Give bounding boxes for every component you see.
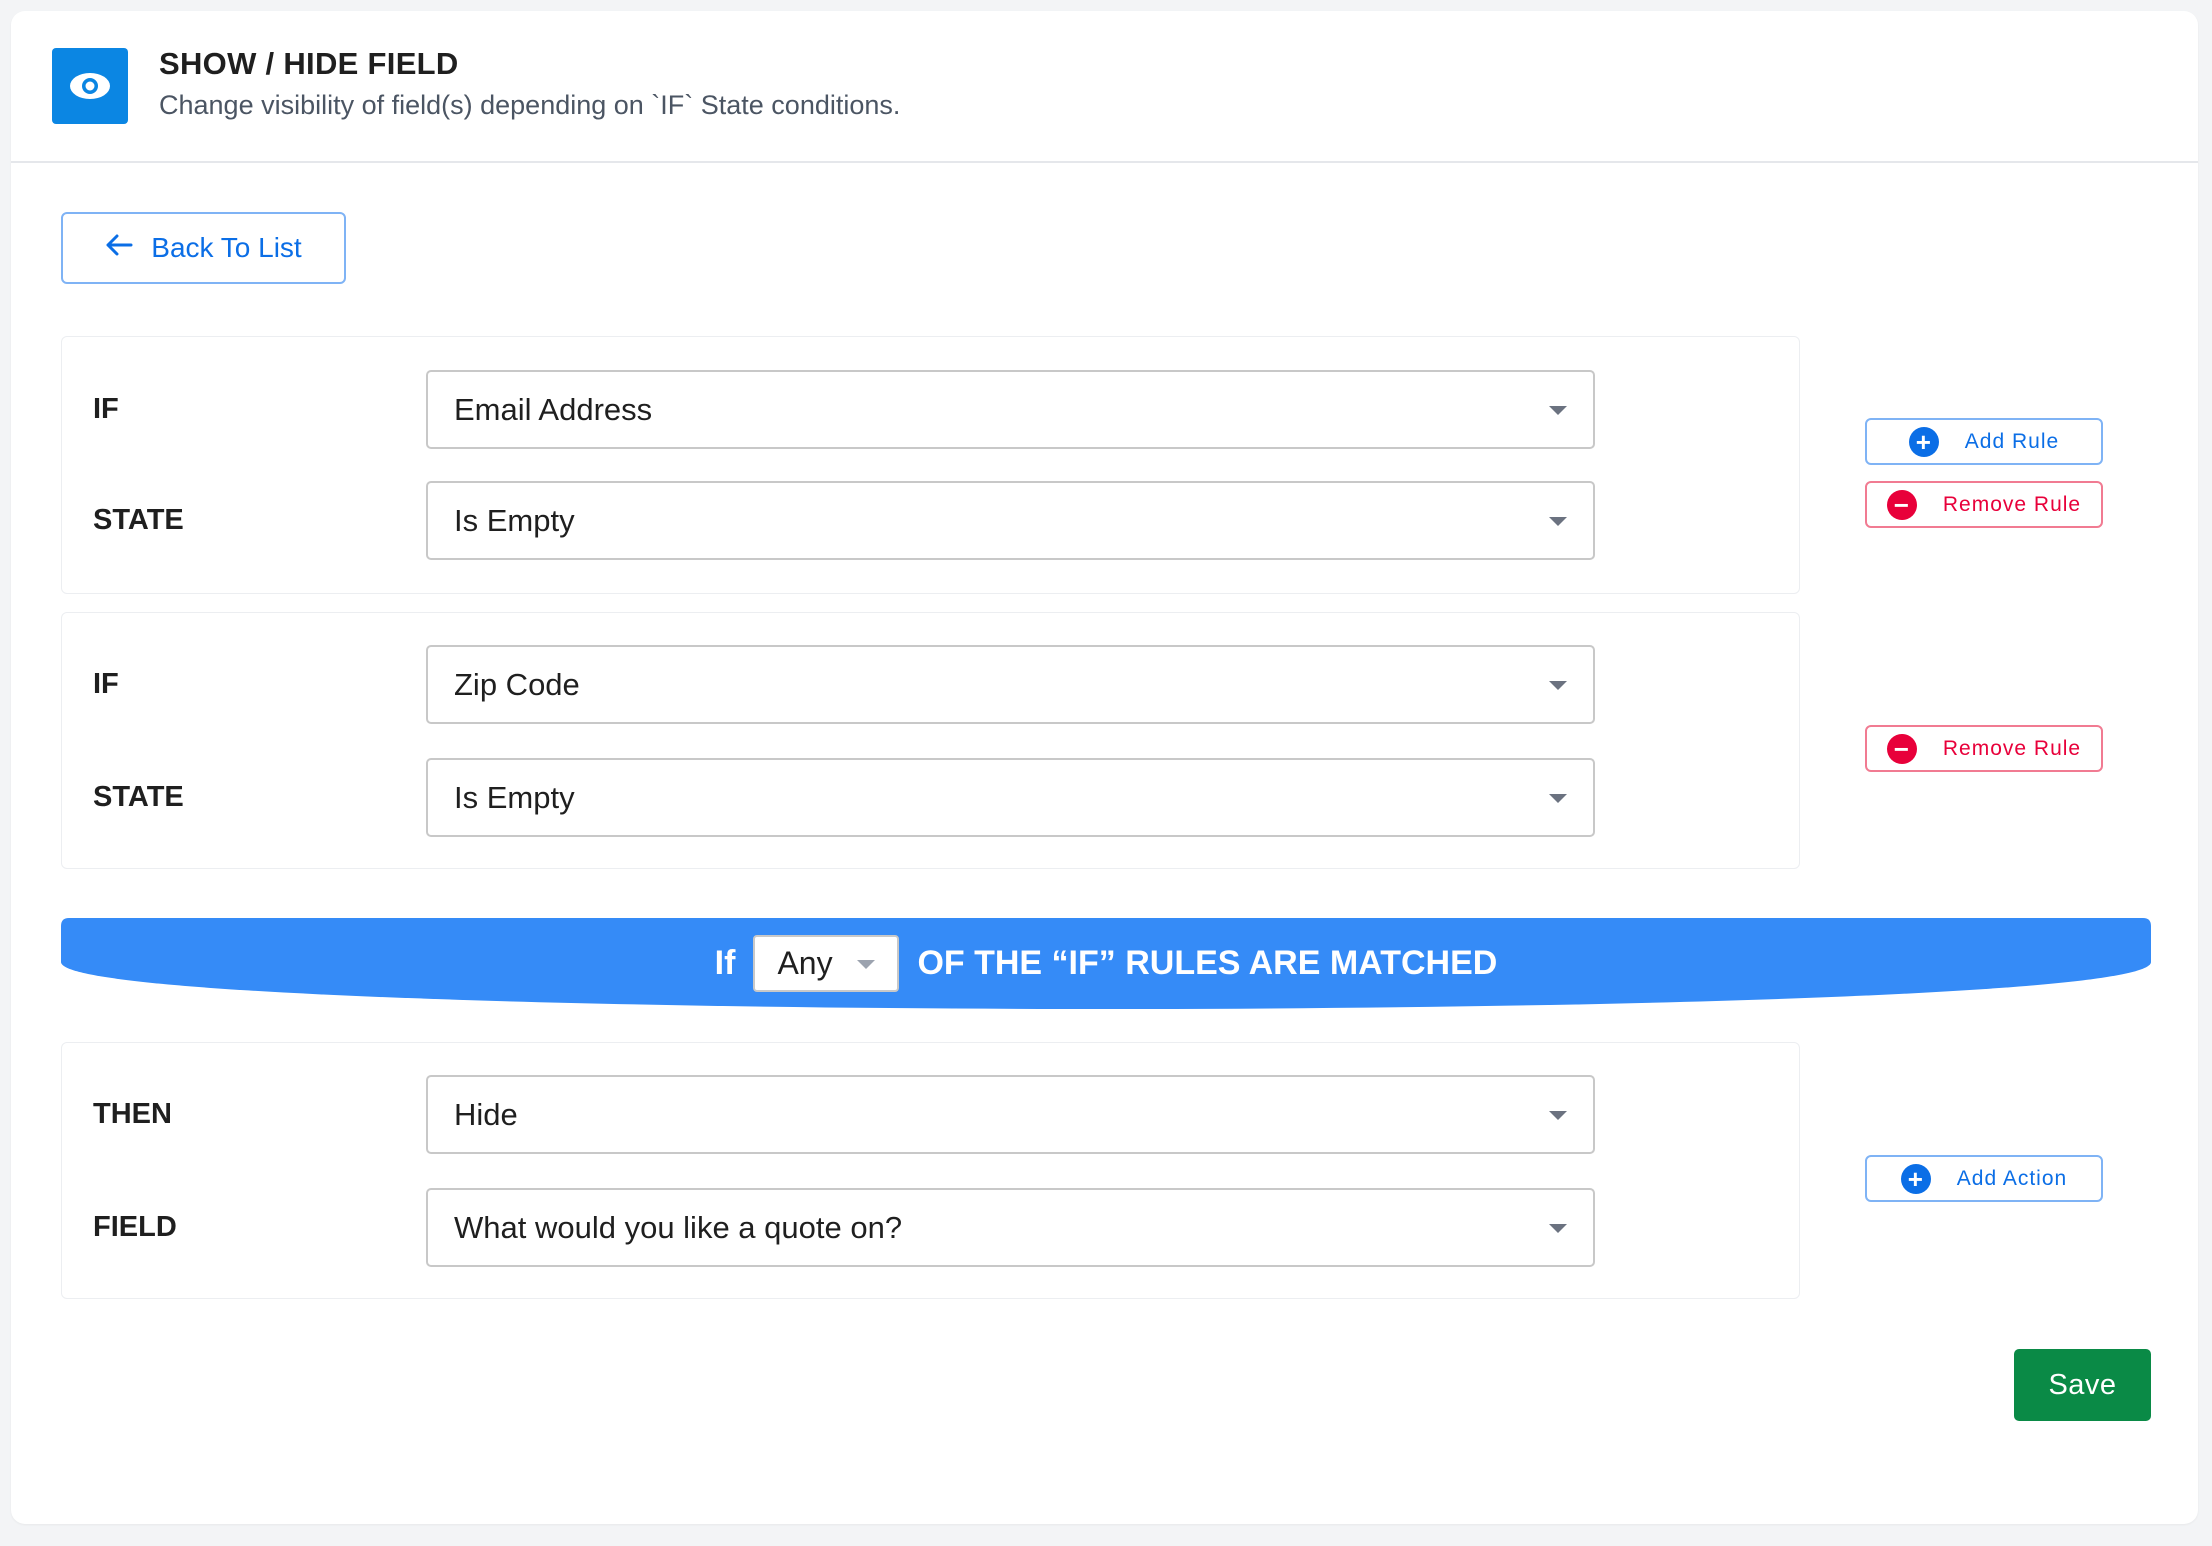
back-to-list-label: Back To List bbox=[151, 232, 302, 263]
add-action-label: Add Action bbox=[1956, 1166, 2068, 1190]
caret-down-icon bbox=[1549, 1110, 1567, 1120]
if-label: IF bbox=[93, 668, 119, 700]
if-field-select[interactable]: Zip Code bbox=[426, 645, 1595, 724]
state-label: STATE bbox=[93, 504, 184, 536]
if-field-select[interactable]: Email Address bbox=[426, 370, 1595, 449]
plus-circle-icon: + bbox=[1900, 1163, 1931, 1194]
add-action-button[interactable]: + Add Action bbox=[1865, 1155, 2103, 1202]
field-label: FIELD bbox=[93, 1211, 177, 1243]
minus-circle-icon: − bbox=[1886, 733, 1917, 764]
select-value: Is Empty bbox=[454, 502, 575, 538]
select-value: Is Empty bbox=[454, 779, 575, 815]
add-rule-button[interactable]: + Add Rule bbox=[1865, 418, 2103, 465]
select-value: Hide bbox=[454, 1096, 518, 1132]
caret-down-icon bbox=[1549, 1223, 1567, 1233]
match-banner: If Any OF THE “IF” RULES ARE MATCHED bbox=[61, 918, 2151, 1009]
remove-rule-label: Remove Rule bbox=[1942, 492, 2082, 516]
select-value: Email Address bbox=[454, 391, 653, 427]
caret-down-icon bbox=[1549, 680, 1567, 690]
arrow-left-icon bbox=[105, 232, 133, 264]
remove-rule-button[interactable]: − Remove Rule bbox=[1865, 481, 2103, 528]
back-to-list-button[interactable]: Back To List bbox=[61, 212, 346, 284]
match-mode-select[interactable]: Any bbox=[753, 935, 900, 992]
state-select[interactable]: Is Empty bbox=[426, 758, 1595, 837]
save-button[interactable]: Save bbox=[2014, 1349, 2151, 1421]
then-select[interactable]: Hide bbox=[426, 1075, 1595, 1154]
state-label: STATE bbox=[93, 781, 184, 813]
header-divider bbox=[11, 161, 2198, 163]
remove-rule-label: Remove Rule bbox=[1942, 736, 2082, 760]
field-select[interactable]: What would you like a quote on? bbox=[426, 1188, 1595, 1267]
plus-circle-icon: + bbox=[1908, 426, 1939, 457]
state-select[interactable]: Is Empty bbox=[426, 481, 1595, 560]
if-label: IF bbox=[93, 393, 119, 425]
caret-down-icon bbox=[857, 959, 876, 969]
caret-down-icon bbox=[1549, 793, 1567, 803]
page-subtitle: Change visibility of field(s) depending … bbox=[159, 90, 901, 120]
remove-rule-button[interactable]: − Remove Rule bbox=[1865, 725, 2103, 772]
caret-down-icon bbox=[1549, 516, 1567, 526]
then-label: THEN bbox=[93, 1098, 172, 1130]
select-value: What would you like a quote on? bbox=[454, 1209, 903, 1245]
add-rule-label: Add Rule bbox=[1964, 429, 2060, 453]
caret-down-icon bbox=[1549, 405, 1567, 415]
minus-circle-icon: − bbox=[1886, 489, 1917, 520]
match-suffix: OF THE “IF” RULES ARE MATCHED bbox=[917, 944, 1498, 982]
select-value: Zip Code bbox=[454, 666, 580, 702]
page-title: SHOW / HIDE FIELD bbox=[159, 46, 459, 81]
match-prefix: If bbox=[714, 944, 736, 982]
eye-icon bbox=[52, 48, 128, 124]
select-value: Any bbox=[777, 945, 833, 981]
